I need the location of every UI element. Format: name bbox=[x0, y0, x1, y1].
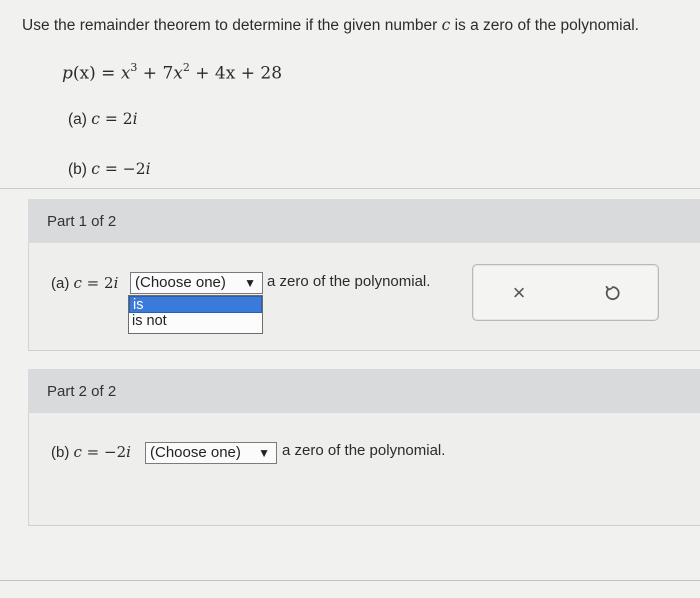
item-b: (b) c = −2i bbox=[68, 160, 151, 179]
part2-var: c bbox=[73, 443, 82, 461]
poly-term2-exponent: 2 bbox=[182, 61, 190, 74]
part2-select-text: (Choose one) bbox=[150, 444, 241, 461]
polynomial-expression: p(x) = x3 + 7x2 + 4x + 28 bbox=[62, 61, 283, 84]
part1-prompt: (a) c = 2i bbox=[51, 274, 118, 292]
poly-argument: (x) bbox=[72, 63, 96, 84]
part2-value: −2 bbox=[104, 443, 127, 461]
close-icon[interactable]: × bbox=[505, 279, 533, 307]
part2-header-label: Part 2 of 2 bbox=[47, 383, 117, 400]
poly-term2-coef: + 7 bbox=[137, 63, 174, 84]
part1-select-text: (Choose one) bbox=[135, 274, 226, 291]
part2-eq: = bbox=[81, 443, 105, 461]
instruction-variable: c bbox=[441, 16, 451, 34]
part1-eq: = bbox=[81, 274, 105, 292]
undo-icon[interactable] bbox=[598, 279, 626, 307]
item-b-eq: = bbox=[99, 160, 123, 178]
question-page: Use the remainder theorem to determine i… bbox=[0, 0, 700, 598]
instruction-part2: is a zero of the polynomial. bbox=[450, 17, 639, 34]
part2-body: (b) c = −2i (Choose one) ▼ a zero of the… bbox=[28, 413, 700, 526]
poly-term1-var: x bbox=[120, 63, 131, 84]
triangle-down-icon: ▼ bbox=[244, 276, 256, 290]
item-a-eq: = bbox=[99, 110, 123, 128]
option-is-not[interactable]: is not bbox=[129, 313, 262, 330]
part1-unit: i bbox=[113, 274, 119, 292]
item-a-label: (a) bbox=[68, 111, 92, 128]
item-b-label: (b) bbox=[68, 161, 92, 178]
item-a: (a) c = 2i bbox=[68, 110, 138, 129]
part2-label: (b) bbox=[51, 444, 74, 461]
part1-options-list: is is not bbox=[128, 295, 263, 334]
part1-suffix: a zero of the polynomial. bbox=[267, 273, 431, 290]
part2-unit: i bbox=[126, 443, 131, 461]
part1-var: c bbox=[73, 274, 82, 292]
divider bbox=[0, 188, 700, 189]
poly-equals: = bbox=[95, 63, 121, 84]
part2-header: Part 2 of 2 bbox=[28, 369, 700, 413]
poly-term2-var: x bbox=[173, 63, 183, 84]
part2-choose-select[interactable]: (Choose one) ▼ bbox=[145, 442, 277, 464]
poly-function-name: p bbox=[62, 63, 73, 84]
item-a-value: 2 bbox=[122, 110, 133, 128]
item-a-unit: i bbox=[132, 110, 138, 128]
item-a-var: c bbox=[91, 110, 100, 128]
item-b-unit: i bbox=[145, 160, 151, 178]
poly-term1-exponent: 3 bbox=[130, 61, 138, 74]
answer-tools-box: × bbox=[472, 264, 659, 321]
instruction-part1: Use the remainder theorem to determine i… bbox=[22, 17, 442, 34]
part1-header-label: Part 1 of 2 bbox=[47, 213, 117, 230]
part2-prompt: (b) c = −2i bbox=[51, 443, 131, 461]
part1-label: (a) bbox=[51, 275, 74, 292]
part1-choose-select[interactable]: (Choose one) ▼ bbox=[130, 272, 263, 294]
part1-header: Part 1 of 2 bbox=[28, 199, 700, 243]
item-b-value: −2 bbox=[122, 160, 146, 178]
poly-remaining-terms: + 4x + 28 bbox=[189, 63, 283, 84]
item-b-var: c bbox=[91, 160, 100, 178]
part1-value: 2 bbox=[104, 274, 114, 292]
instruction-text: Use the remainder theorem to determine i… bbox=[22, 16, 639, 35]
option-is[interactable]: is bbox=[129, 296, 262, 313]
triangle-down-icon: ▼ bbox=[258, 446, 270, 460]
bottom-divider bbox=[0, 580, 700, 581]
part2-suffix: a zero of the polynomial. bbox=[282, 442, 446, 459]
